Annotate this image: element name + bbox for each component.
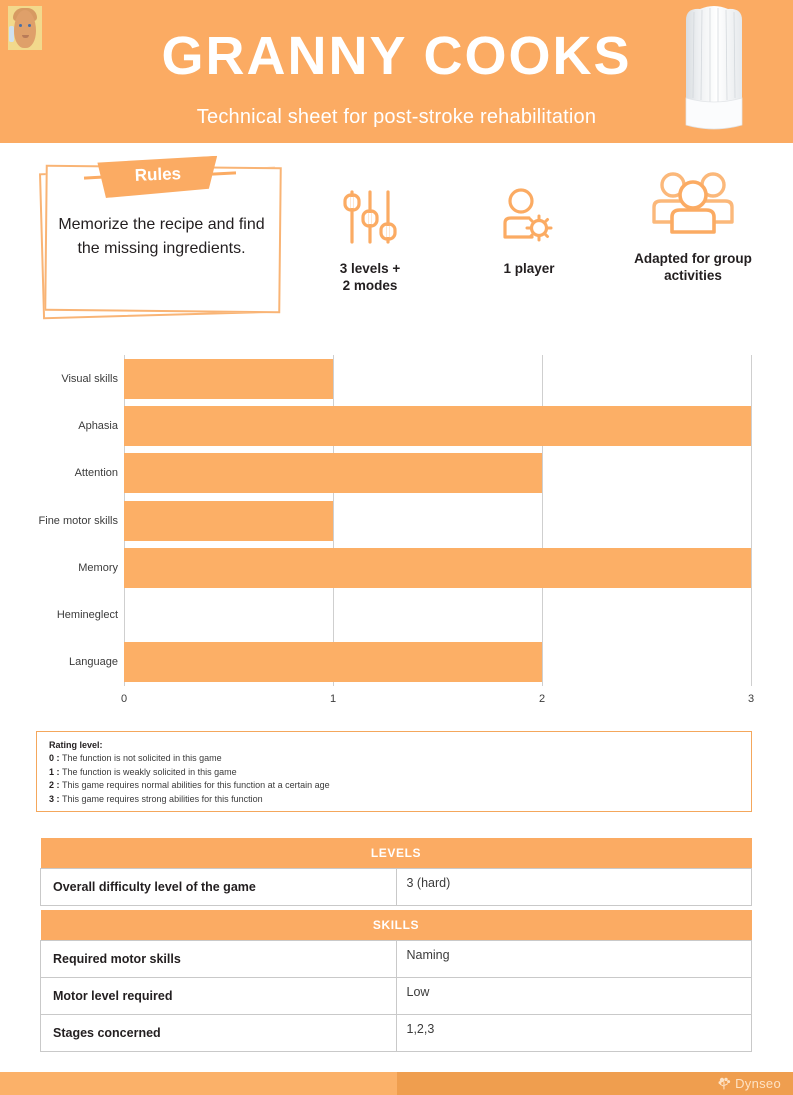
table-cell-value: 3 (hard) [395,868,752,906]
chart-bar [124,547,751,588]
table-cell-value: Low [395,977,752,1015]
levels-table-header-row: LEVELS [40,838,752,869]
rating-legend-box: Rating level: 0 : The function is not so… [36,731,752,812]
chart-category-label: Hemineglect [56,609,118,622]
rating-level-text: The function is not solicited in this ga… [62,753,222,763]
chart-category-label: Aphasia [78,419,118,432]
rating-level-number: 2 : [49,780,63,790]
chart-x-tick-label: 2 [538,693,546,705]
chart-bar [124,500,333,541]
chart-gridline [542,355,543,686]
chart-category-label: Fine motor skills [38,514,118,527]
rules-card: Rules Memorize the recipe and find the m… [36,158,286,323]
chart-category-label: Visual skills [61,372,118,385]
levels-table-header-label: LEVELS [40,838,752,869]
skills-table: SKILLS Required motor skills Naming Moto… [40,910,752,1052]
dynseo-brain-icon [718,1077,731,1089]
table-row: Motor level required Low [40,977,752,1015]
feature-levels-label: 3 levels + 2 modes [339,261,401,293]
chart-category-label: Memory [78,561,118,574]
page-header: GRANNY COOKS Technical sheet for post-st… [0,0,793,143]
brand-name: Dynseo [735,1076,781,1091]
chart-gridline [751,355,752,686]
rating-legend-line: 0 : The function is not solicited in thi… [49,752,739,766]
table-cell-key: Required motor skills [40,940,397,978]
table-row: Stages concerned 1,2,3 [40,1014,752,1052]
rating-legend-line: 3 : This game requires strong abilities … [49,793,739,807]
table-row: Overall difficulty level of the game 3 (… [40,868,752,906]
chart-gridline [333,355,334,686]
chart-bar [124,358,333,399]
rating-legend-line: 1 : The function is weakly solicited in … [49,766,739,780]
brand-logo: Dynseo [717,1076,781,1091]
sliders-icon [300,180,440,246]
chart-x-tick-label: 0 [120,693,128,705]
rules-banner-label: Rules [134,164,182,185]
group-people-icon [608,170,778,236]
rating-level-number: 1 : [49,766,63,777]
table-cell-value: 1,2,3 [395,1014,752,1052]
chart-plot-area [124,355,752,686]
player-settings-icon [464,180,594,246]
chart-x-tick-label: 1 [329,693,337,705]
chart-x-tick-label: 3 [747,693,755,705]
skills-bar-chart: Visual skills Aphasia Attention Fine motor … [0,348,793,713]
feature-levels: 3 levels + 2 modes [300,180,440,294]
rating-legend-title: Rating level: [49,740,103,750]
chart-x-axis: 0 1 2 3 [120,693,755,711]
rating-level-text: This game requires strong abilities for … [62,793,263,804]
table-cell-key: Motor level required [40,977,397,1015]
rating-level-number: 3 : [49,793,63,804]
table-cell-key: Stages concerned [40,1014,397,1052]
chart-bar [124,405,751,446]
chart-category-label: Language [69,656,118,669]
feature-players-label: 1 player [503,261,555,276]
footer-bar-left [0,1072,397,1095]
chef-hat-icon [685,6,743,130]
feature-players: 1 player [464,180,594,277]
levels-table: LEVELS Overall difficulty level of the g… [40,838,752,906]
chart-category-labels: Visual skills Aphasia Attention Fine motor … [0,348,118,686]
rating-level-number: 0 : [49,753,63,763]
chart-bar [124,642,542,683]
feature-group: Adapted for group activities [608,170,778,284]
table-row: Required motor skills Naming [40,940,752,978]
rules-text: Memorize the recipe and find the missing… [58,216,265,257]
rating-level-text: This game requires normal abilities for … [62,780,330,790]
table-cell-key: Overall difficulty level of the game [40,868,397,906]
page-subtitle: Technical sheet for post-stroke rehabili… [196,106,597,128]
chart-bar [124,453,542,494]
rating-level-text: The function is weakly solicited in this… [62,766,237,777]
page-title: GRANNY COOKS [161,26,632,86]
table-cell-value: Naming [395,940,752,978]
skills-table-header-label: SKILLS [40,910,752,941]
rating-legend-line: 2 : This game requires normal abilities … [49,779,739,793]
chart-category-label: Attention [74,467,118,480]
skills-table-header-row: SKILLS [40,910,752,941]
feature-group-label: Adapted for group activities [634,251,752,283]
